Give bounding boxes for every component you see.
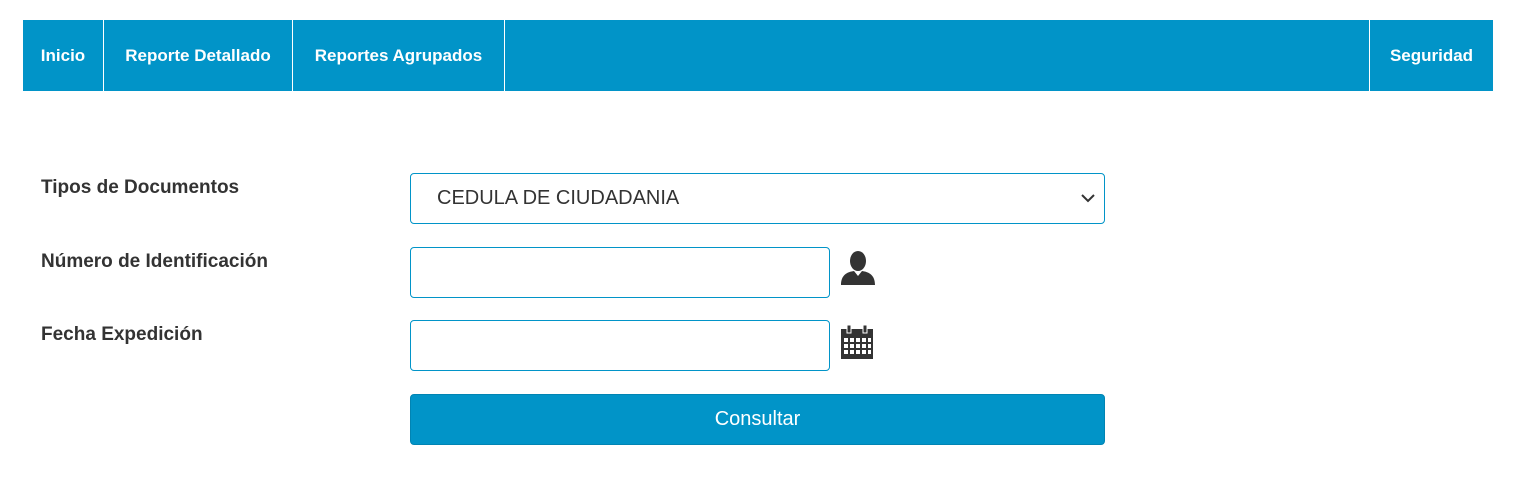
chevron-down-icon bbox=[1081, 194, 1095, 203]
id-number-label: Número de Identificación bbox=[41, 251, 268, 272]
nav-item-seguridad[interactable]: Seguridad bbox=[1369, 20, 1493, 91]
issue-date-label: Fecha Expedición bbox=[41, 324, 203, 345]
calendar-icon[interactable] bbox=[841, 325, 873, 359]
nav-item-inicio[interactable]: Inicio bbox=[23, 20, 104, 91]
document-type-select[interactable]: CEDULA DE CIUDADANIA bbox=[410, 173, 1105, 224]
document-type-selected-value: CEDULA DE CIUDADANIA bbox=[437, 187, 680, 209]
user-icon bbox=[841, 251, 875, 285]
top-navbar: Inicio Reporte Detallado Reportes Agrupa… bbox=[23, 20, 1493, 91]
nav-item-reporte-detallado[interactable]: Reporte Detallado bbox=[104, 20, 293, 91]
issue-date-input[interactable] bbox=[410, 320, 830, 371]
id-number-input[interactable] bbox=[410, 247, 830, 298]
nav-item-reportes-agrupados[interactable]: Reportes Agrupados bbox=[293, 20, 505, 91]
consultar-button[interactable]: Consultar bbox=[410, 394, 1105, 445]
document-type-label: Tipos de Documentos bbox=[41, 177, 240, 198]
